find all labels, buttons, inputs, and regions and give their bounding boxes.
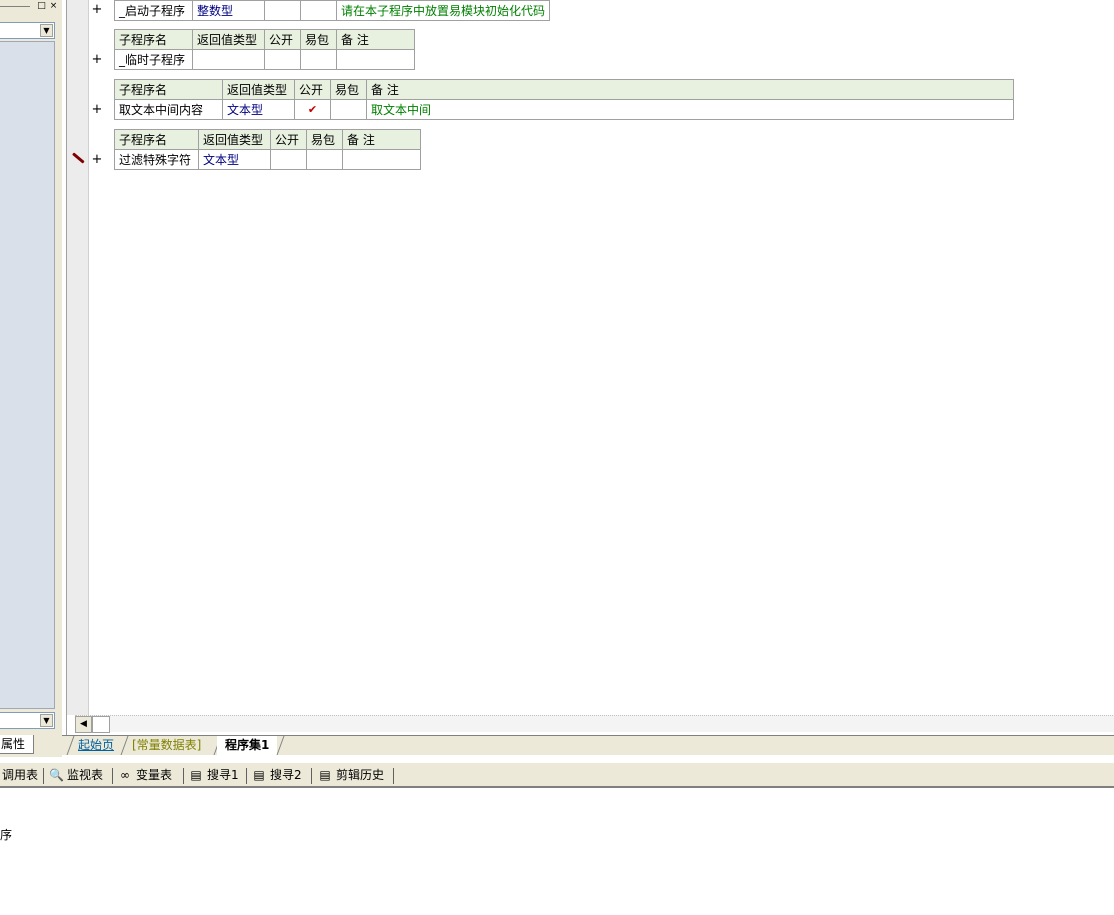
header-return-type: 返回值类型	[198, 129, 271, 150]
header-public: 公开	[270, 129, 307, 150]
scroll-thumb[interactable]	[92, 716, 110, 733]
expand-icon[interactable]: +	[91, 153, 103, 167]
document-tabs: 起始页 [常量数据表] 程序集1	[62, 735, 1114, 755]
search1-label: 搜寻1	[207, 768, 239, 782]
header-return-type: 返回值类型	[192, 29, 265, 50]
return-type[interactable]: 文本型	[198, 149, 271, 170]
header-public: 公开	[294, 79, 331, 100]
return-type[interactable]: 整数型	[192, 0, 265, 21]
table-header: 子程序名 返回值类型 公开 易包 备 注	[114, 79, 1014, 100]
header-name: 子程序名	[114, 29, 193, 50]
left-panel: □ × ▼ ▼ 属性	[0, 0, 62, 757]
object-selector[interactable]: ▼	[0, 22, 55, 39]
table-row[interactable]: _临时子程序	[114, 49, 415, 70]
toolbar-separator	[311, 768, 312, 784]
subroutine-table: 子程序名 返回值类型 公开 易包 备 注 _临时子程序	[114, 29, 415, 70]
toolbar-separator	[183, 768, 184, 784]
tab-start-page[interactable]: 起始页	[70, 736, 122, 755]
remark[interactable]	[342, 149, 421, 170]
easy-pack-flag[interactable]	[330, 99, 367, 120]
titlebar-grip	[0, 6, 30, 7]
output-text: 序	[0, 828, 13, 842]
output-panel[interactable]: 序	[0, 790, 1114, 915]
variable-table-button[interactable]: ∞ 变量表	[118, 767, 172, 785]
public-flag[interactable]	[264, 0, 301, 21]
project-tree[interactable]	[0, 41, 55, 709]
restore-icon[interactable]: □	[36, 1, 47, 12]
binoculars-icon: ∞	[120, 768, 130, 782]
table-header: 子程序名 返回值类型 公开 易包 备 注	[114, 29, 415, 50]
search1-button[interactable]: ▤ 搜寻1	[189, 767, 239, 785]
chevron-down-icon[interactable]: ▼	[40, 24, 53, 37]
public-check-icon[interactable]: ✔	[294, 99, 331, 120]
remark[interactable]: 取文本中间	[366, 99, 1014, 120]
call-table-label: 调用表	[2, 768, 39, 782]
public-flag[interactable]	[264, 49, 301, 70]
editor-gutter	[67, 0, 89, 715]
toolbar-separator	[43, 768, 44, 784]
search-doc-icon: ▤	[190, 768, 202, 782]
table-row[interactable]: 过滤特殊字符 文本型	[114, 149, 421, 170]
subroutine-name[interactable]: 过滤特殊字符	[114, 149, 199, 170]
variable-table-label: 变量表	[136, 768, 173, 782]
bottom-toolbar: 调用表 🔍 监视表 ∞ 变量表 ▤ 搜寻1 ▤ 搜寻2 ▤ 剪辑历史	[0, 762, 1114, 788]
header-easy-pack: 易包	[330, 79, 367, 100]
header-return-type: 返回值类型	[222, 79, 295, 100]
subroutine-table: 子程序名 返回值类型 公开 易包 备 注 过滤特殊字符 文本型	[114, 129, 421, 170]
chevron-down-icon[interactable]: ▼	[40, 714, 53, 727]
clip-history-button[interactable]: ▤ 剪辑历史	[318, 767, 384, 785]
subroutine-name[interactable]: 取文本中间内容	[114, 99, 223, 120]
call-table-button[interactable]: 调用表	[2, 767, 38, 785]
tab-properties[interactable]: 属性	[0, 735, 34, 754]
subroutine-name[interactable]: _临时子程序	[114, 49, 193, 70]
header-easy-pack: 易包	[300, 29, 337, 50]
table-header: 子程序名 返回值类型 公开 易包 备 注	[114, 129, 421, 150]
public-flag[interactable]	[270, 149, 307, 170]
clipboard-icon: ▤	[319, 768, 331, 782]
ide-window: □ × ▼ ▼ 属性 + + + + _启动子程序 整数型 请在本子程序中放置易…	[0, 0, 1114, 915]
subroutine-table: _启动子程序 整数型 请在本子程序中放置易模块初始化代码	[114, 0, 551, 21]
expand-icon[interactable]: +	[91, 53, 103, 67]
search-doc-icon: ▤	[253, 768, 265, 782]
search2-label: 搜寻2	[270, 768, 302, 782]
easy-pack-flag[interactable]	[306, 149, 343, 170]
tab-program-set[interactable]: 程序集1	[217, 736, 278, 755]
expand-icon[interactable]: +	[91, 3, 103, 17]
header-remark: 备 注	[342, 129, 421, 150]
subroutine-table: 子程序名 返回值类型 公开 易包 备 注 取文本中间内容 文本型 ✔ 取文本中间	[114, 79, 1014, 120]
code-editor[interactable]: + + + + _启动子程序 整数型 请在本子程序中放置易模块初始化代码 子程序…	[66, 0, 1114, 735]
horizontal-scrollbar[interactable]: ◀	[75, 715, 1114, 733]
subroutine-name[interactable]: _启动子程序	[114, 0, 193, 21]
scroll-left-icon[interactable]: ◀	[75, 716, 92, 733]
table-row[interactable]: _启动子程序 整数型 请在本子程序中放置易模块初始化代码	[114, 0, 551, 21]
easy-pack-flag[interactable]	[300, 49, 337, 70]
return-type[interactable]	[192, 49, 265, 70]
remark[interactable]: 请在本子程序中放置易模块初始化代码	[335, 0, 551, 21]
watch-table-button[interactable]: 🔍 监视表	[49, 767, 103, 785]
close-icon[interactable]: ×	[48, 1, 59, 12]
header-name: 子程序名	[114, 129, 199, 150]
expand-icon[interactable]: +	[91, 103, 103, 117]
header-name: 子程序名	[114, 79, 223, 100]
table-row[interactable]: 取文本中间内容 文本型 ✔ 取文本中间	[114, 99, 1014, 120]
header-easy-pack: 易包	[306, 129, 343, 150]
search2-button[interactable]: ▤ 搜寻2	[252, 767, 302, 785]
toolbar-separator	[112, 768, 113, 784]
easy-pack-flag[interactable]	[300, 0, 337, 21]
remark[interactable]	[336, 49, 415, 70]
left-panel-titlebar: □ ×	[0, 0, 62, 14]
magnifier-icon: 🔍	[49, 768, 64, 782]
watch-table-label: 监视表	[67, 768, 104, 782]
clip-history-label: 剪辑历史	[336, 768, 385, 782]
toolbar-separator	[246, 768, 247, 784]
header-public: 公开	[264, 29, 301, 50]
return-type[interactable]: 文本型	[222, 99, 295, 120]
toolbar-separator	[393, 768, 394, 784]
tab-divider	[276, 736, 285, 755]
header-remark: 备 注	[336, 29, 415, 50]
header-remark: 备 注	[366, 79, 1014, 100]
tab-constant-table[interactable]: [常量数据表]	[124, 736, 209, 755]
property-selector[interactable]: ▼	[0, 712, 55, 729]
